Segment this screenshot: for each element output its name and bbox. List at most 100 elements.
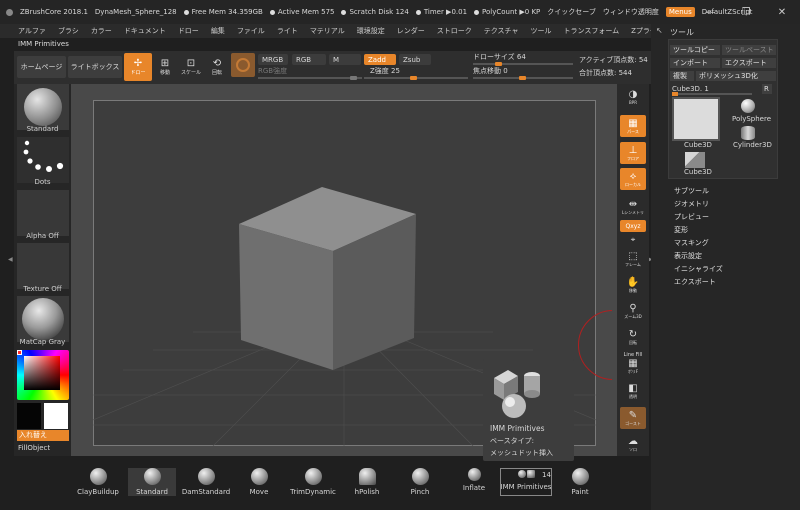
free-mem: Free Mem 34.359GB (191, 8, 263, 16)
brush-hpolish[interactable]: hPolish (343, 468, 391, 496)
scale-mode-button[interactable]: ⊡ スケール (177, 53, 205, 81)
rgb-toggle[interactable]: RGB (292, 54, 326, 65)
menu-light[interactable]: ライト (277, 26, 298, 36)
alpha-selector[interactable] (17, 190, 69, 236)
brush-claybuildup[interactable]: ClayBuildup (74, 468, 122, 496)
move-view-button[interactable]: ✋ 移動 (620, 274, 646, 296)
transparency-button[interactable]: ウィンドウ透明度 (603, 7, 659, 17)
restore-icon[interactable]: ❐ (728, 0, 764, 24)
menu-color[interactable]: カラー (91, 26, 112, 36)
solo-button[interactable]: ☁ ソロ (620, 433, 646, 455)
axis-button[interactable]: ⌖ (620, 232, 646, 246)
clone-button[interactable]: 複製 (670, 71, 694, 81)
swap-colors-button[interactable]: 入れ替え (17, 430, 69, 441)
m-toggle[interactable]: M (329, 54, 361, 65)
cube-mesh[interactable] (239, 187, 416, 370)
rgb-intensity-slider[interactable]: RGB強度 (258, 66, 362, 80)
brush-paint[interactable]: Paint (556, 468, 604, 496)
brush-inflate[interactable]: Inflate (450, 468, 498, 496)
fill-object-button[interactable]: FillObject (18, 444, 50, 452)
lsym-button[interactable]: ⇹ Lシンメトリ (620, 196, 646, 218)
stroke-selector[interactable] (17, 137, 69, 183)
texture-selector[interactable] (17, 243, 69, 289)
section-display-properties[interactable]: 表示設定 (674, 251, 702, 261)
brush-standard[interactable]: Standard (128, 468, 176, 496)
copy-tool-button[interactable]: ツールコピー (670, 45, 720, 55)
tool-palette-pin-icon[interactable]: ↖ (656, 26, 663, 35)
menu-render[interactable]: レンダー (397, 26, 425, 36)
zsub-toggle[interactable]: Zsub (399, 54, 431, 65)
lightbox-button[interactable]: ライトボックス (68, 56, 122, 78)
brush-damstandard[interactable]: DamStandard (182, 468, 230, 496)
menu-file[interactable]: ファイル (237, 26, 265, 36)
ghost-toggle[interactable]: ✎ ゴースト (620, 407, 646, 429)
zadd-toggle[interactable]: Zadd (364, 54, 396, 65)
active-mem: Active Mem 575 (277, 8, 335, 16)
tool-palette-title[interactable]: ツール (670, 27, 694, 38)
brush-pinch[interactable]: Pinch (396, 468, 444, 496)
section-preview[interactable]: プレビュー (674, 212, 709, 222)
cube3d-icon[interactable] (685, 152, 705, 168)
brush-move[interactable]: Move (235, 468, 283, 496)
xyz-button[interactable]: Qxyz (620, 220, 646, 232)
brush-selector[interactable] (17, 84, 69, 130)
draw-mode-button[interactable]: ✢ ドロー (124, 53, 152, 81)
menu-brush[interactable]: ブラシ (58, 26, 79, 36)
bpr-button[interactable]: ◑ BPR (620, 86, 646, 108)
menus-button[interactable]: Menus (665, 7, 695, 17)
floor-button[interactable]: ⊥ フロア (620, 142, 646, 164)
material-selector[interactable] (17, 296, 69, 342)
imm-primitives-icon (517, 470, 535, 478)
polyframe-button[interactable]: Line Fill ▦ ポリF (620, 352, 646, 374)
menu-edit[interactable]: 編集 (211, 26, 225, 36)
menu-preferences[interactable]: 環境設定 (357, 26, 385, 36)
mrgb-toggle[interactable]: MRGB (258, 54, 288, 65)
zoom3d-button[interactable]: ⚲ ズーム3D (620, 300, 646, 322)
rotate-mode-button[interactable]: ⟲ 回転 (203, 53, 231, 81)
minimize-icon[interactable]: — (692, 0, 728, 24)
color-picker[interactable] (17, 350, 69, 400)
menu-transform[interactable]: トランスフォーム (563, 26, 619, 36)
stroke-label: Dots (34, 178, 51, 186)
secondary-color-swatch[interactable] (44, 403, 68, 429)
draw-size-slider[interactable]: ドローサイズ 64 (473, 52, 573, 66)
section-masking[interactable]: マスキング (674, 238, 709, 248)
rotate-view-button[interactable]: ↻ 回転 (620, 326, 646, 348)
menu-material[interactable]: マテリアル (310, 26, 345, 36)
polyfill-material-swatch[interactable] (231, 53, 255, 77)
menu-stroke[interactable]: ストローク (437, 26, 472, 36)
focal-shift-slider[interactable]: 焦点移動 0 (473, 66, 573, 80)
make-polymesh-button[interactable]: ポリメッシュ3D化 (696, 71, 776, 81)
import-button[interactable]: インポート (670, 58, 720, 68)
perspective-button[interactable]: ▦ パース (620, 115, 646, 137)
tool-slider[interactable] (672, 92, 752, 96)
menu-texture[interactable]: テクスチャ (484, 26, 519, 36)
export-button[interactable]: エクスポート (722, 58, 776, 68)
section-export[interactable]: エクスポート (674, 277, 716, 287)
section-geometry[interactable]: ジオメトリ (674, 199, 709, 209)
refresh-button[interactable]: R (762, 84, 772, 94)
frame-button[interactable]: ⬚ フレーム (620, 248, 646, 270)
local-button[interactable]: ⟡ ローカル (620, 168, 646, 190)
polysphere-icon[interactable] (741, 99, 755, 113)
section-subtool[interactable]: サブツール (674, 186, 709, 196)
move-mode-button[interactable]: ⊞ 移動 (151, 53, 179, 81)
brush-trimdynamic[interactable]: TrimDynamic (289, 468, 337, 496)
section-initialize[interactable]: イニシャライズ (674, 264, 723, 274)
section-deformation[interactable]: 変形 (674, 225, 688, 235)
home-page-button[interactable]: ホームページ (17, 56, 66, 78)
z-intensity-slider[interactable]: Z強度 25 (364, 66, 468, 80)
tool-thumb-cube3d-active[interactable] (672, 97, 720, 141)
primary-color-swatch[interactable] (17, 403, 41, 429)
menu-document[interactable]: ドキュメント (124, 26, 166, 36)
menu-alpha[interactable]: アルファ (18, 26, 46, 36)
left-tray-collapse-icon[interactable]: ◀ (8, 256, 13, 266)
polycount: PolyCount ▶0 KP (482, 8, 541, 16)
paste-tool-button[interactable]: ツールペースト (722, 45, 776, 55)
quicksave-button[interactable]: クイックセーブ (547, 7, 596, 17)
menu-tool[interactable]: ツール (530, 26, 551, 36)
menu-draw[interactable]: ドロー (178, 26, 199, 36)
close-icon[interactable]: ✕ (764, 0, 800, 24)
transparency-toggle[interactable]: ◧ 透明 (620, 380, 646, 402)
cylinder3d-icon[interactable] (741, 126, 755, 140)
